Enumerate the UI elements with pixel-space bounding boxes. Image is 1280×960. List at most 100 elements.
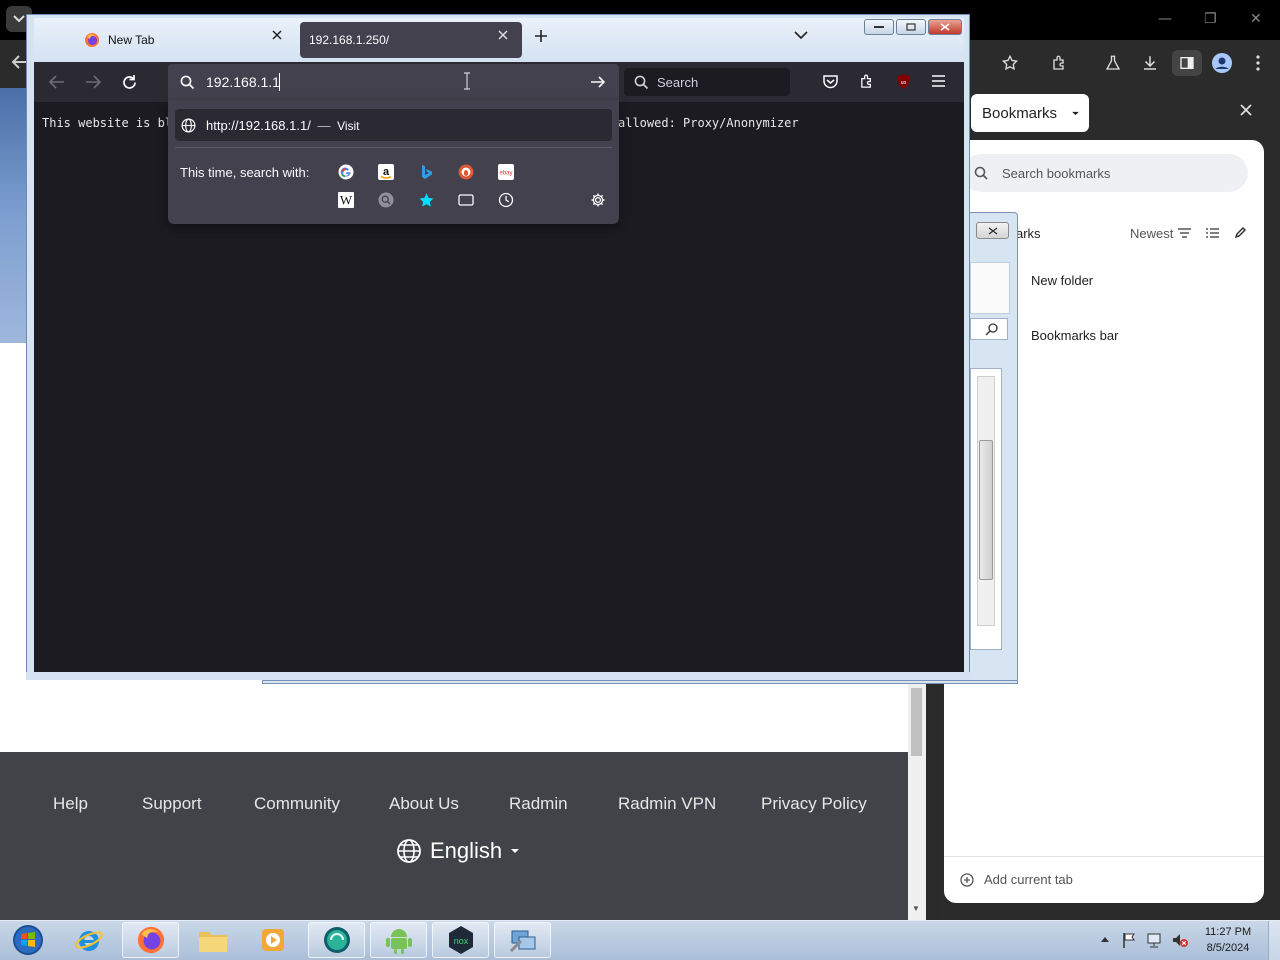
close-side-panel-button[interactable] [1240, 104, 1252, 116]
pocket-button[interactable] [822, 74, 839, 90]
close-icon [988, 226, 997, 235]
taskbar-file-explorer[interactable] [184, 922, 241, 958]
google-icon[interactable] [337, 163, 355, 181]
extensions-button[interactable] [859, 73, 876, 90]
search-settings-gear-icon[interactable] [589, 191, 607, 209]
downloads-button[interactable] [1136, 49, 1164, 77]
firefox-close-button[interactable] [928, 19, 962, 35]
suggestion-visit-row[interactable]: http://192.168.1.1/ — Visit [175, 109, 612, 141]
taskbar-internet-explorer[interactable] [60, 922, 117, 958]
profile-button[interactable] [1208, 49, 1236, 77]
dialog-search-box[interactable] [970, 318, 1008, 340]
footer-link-radmin-vpn[interactable]: Radmin VPN [618, 794, 716, 814]
bookmarks-list-header: arks Newest [1016, 226, 1256, 242]
close-tab-button[interactable] [272, 30, 282, 40]
chrome-minimize-button[interactable]: — [1158, 11, 1172, 27]
extensions-button[interactable] [1046, 49, 1074, 77]
clock-time: 11:27 PM [1204, 926, 1252, 938]
ublock-origin-button[interactable]: uo [895, 73, 912, 90]
system-clock[interactable]: 11:27 PM 8/5/2024 [1196, 924, 1260, 956]
firefox-search-bar[interactable]: Search [624, 68, 790, 96]
dialog-close-button[interactable] [976, 222, 1009, 239]
bookmark-folder-new-folder[interactable]: New folder [1031, 273, 1093, 288]
network-monitor-icon [1147, 933, 1161, 948]
kebab-menu-icon [1256, 55, 1260, 71]
plus-circle-icon [960, 872, 974, 887]
new-tab-button[interactable] [534, 29, 548, 43]
footer-link-radmin[interactable]: Radmin [509, 794, 568, 814]
tab-search-icon[interactable] [377, 191, 395, 209]
go-button[interactable] [590, 75, 606, 89]
amazon-icon[interactable]: a [377, 163, 395, 181]
edit-pencil-icon[interactable] [1234, 226, 1247, 239]
suggestion-action: Visit [337, 118, 360, 133]
side-panel-button[interactable] [1173, 49, 1201, 77]
ebay-icon[interactable]: ebay [497, 163, 515, 181]
wikipedia-icon[interactable]: W [337, 191, 355, 209]
firefox-restore-button[interactable] [896, 19, 926, 35]
bookmark-star-button[interactable] [996, 49, 1024, 77]
bookmarks-star-icon[interactable] [417, 191, 435, 209]
dialog-scrollbar-thumb[interactable] [979, 440, 993, 580]
tabs-icon[interactable] [457, 191, 475, 209]
show-desktop-button[interactable] [1268, 921, 1280, 960]
sort-icon[interactable] [1178, 228, 1191, 238]
tab-new-tab[interactable]: New Tab [72, 24, 296, 56]
blocked-message-text: This website is bl [42, 116, 173, 130]
list-view-icon[interactable] [1206, 228, 1219, 238]
flask-icon [1105, 55, 1121, 70]
taskbar-media-player[interactable] [244, 922, 301, 958]
scroll-down-arrow-icon[interactable]: ▼ [912, 904, 920, 913]
bookmarks-panel-selector[interactable]: Bookmarks [971, 94, 1089, 132]
close-tab-button[interactable] [498, 30, 508, 40]
firefox-minimize-button[interactable] [864, 19, 894, 35]
svg-text:nox: nox [453, 936, 468, 946]
network-icon[interactable] [1146, 932, 1164, 948]
tab-active[interactable]: 192.168.1.250/ [300, 22, 522, 58]
back-button[interactable] [48, 74, 66, 90]
bookmark-folder-bookmarks-bar[interactable]: Bookmarks bar [1031, 328, 1118, 343]
footer-link-help[interactable]: Help [53, 794, 88, 814]
footer-link-community[interactable]: Community [254, 794, 340, 814]
chrome-menu-button[interactable] [1244, 49, 1272, 77]
tab-title: 192.168.1.250/ [309, 33, 390, 47]
url-input[interactable]: 192.168.1.1 [206, 74, 280, 90]
sort-newest-button[interactable]: Newest [1130, 226, 1173, 241]
show-hidden-icons-button[interactable] [1101, 936, 1109, 942]
footer-link-about-us[interactable]: About Us [389, 794, 459, 814]
firefox-window-bottom [26, 672, 970, 680]
duckduckgo-icon[interactable] [457, 163, 475, 181]
firefox-menu-button[interactable] [931, 75, 946, 87]
labs-button[interactable] [1099, 49, 1127, 77]
list-all-tabs-button[interactable] [794, 31, 808, 40]
site-footer [0, 752, 908, 920]
firefox-icon [85, 33, 99, 47]
reload-button[interactable] [121, 74, 138, 91]
volume-muted-icon[interactable] [1171, 932, 1189, 948]
bookmarks-heading: arks [1016, 226, 1041, 241]
language-selector[interactable]: English [396, 838, 520, 864]
taskbar-android-emulator[interactable] [370, 922, 427, 958]
taskbar-firefox[interactable] [122, 922, 179, 958]
bookmarks-search-field[interactable]: Search bookmarks [962, 154, 1248, 192]
start-button[interactable] [0, 922, 56, 958]
footer-link-support[interactable]: Support [142, 794, 202, 814]
dialog-pane [970, 262, 1010, 314]
search-with-label: This time, search with: [180, 165, 310, 180]
chrome-restore-button[interactable]: ❐ [1204, 11, 1217, 27]
chrome-close-button[interactable]: ✕ [1250, 11, 1262, 27]
taskbar-network-tool[interactable] [494, 922, 551, 958]
action-center-icon[interactable] [1122, 932, 1136, 948]
taskbar-radmin-vpn[interactable] [308, 922, 365, 958]
bookmarks-panel-title: Bookmarks [982, 104, 1058, 122]
add-current-tab-button[interactable]: Add current tab [960, 872, 1073, 887]
taskbar-nox-player[interactable]: nox [432, 922, 489, 958]
caret-down-icon [1072, 111, 1079, 115]
arrow-left-icon [48, 75, 64, 89]
history-icon[interactable] [497, 191, 515, 209]
bing-icon[interactable] [417, 163, 435, 181]
footer-link-privacy-policy[interactable]: Privacy Policy [761, 794, 867, 814]
window-gap [926, 680, 942, 920]
forward-button[interactable] [84, 74, 102, 90]
page-scrollbar-thumb[interactable] [911, 688, 922, 756]
